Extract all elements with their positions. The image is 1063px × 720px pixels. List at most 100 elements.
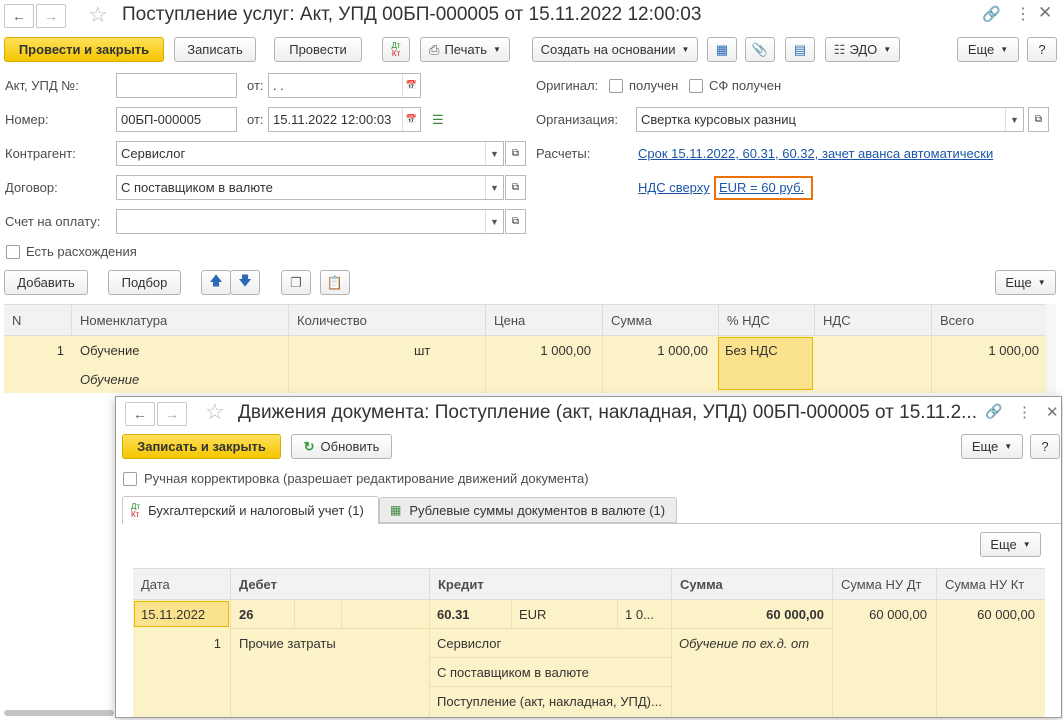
discrepancy-checkbox[interactable] (6, 245, 20, 259)
copy-button[interactable]: ❐ (281, 270, 311, 295)
arrow-up-icon: 🡅 (209, 272, 223, 288)
link-icon[interactable]: 🔗 (982, 5, 1001, 23)
chevron-down-icon[interactable]: ▼ (1005, 108, 1023, 131)
sf-received-checkbox[interactable] (689, 79, 703, 93)
more-vertical-icon[interactable]: ⋮ (1015, 4, 1031, 24)
movement-amount-tax-dt: 60 000,00 (869, 607, 927, 622)
movements-title: Движения документа: Поступление (акт, на… (238, 402, 977, 423)
more-button[interactable]: Еще ▼ (957, 37, 1019, 62)
more-label: Еще (967, 42, 995, 57)
movements-help-button[interactable]: ? (1030, 434, 1060, 459)
number-date-field[interactable]: 15.11.2022 12:00:03 📅 (268, 107, 421, 132)
add-button[interactable]: Добавить (4, 270, 88, 295)
post-button[interactable]: Провести (274, 37, 362, 62)
row-vat-rate: Без НДС (725, 343, 778, 358)
attach-button[interactable]: 📎 (745, 37, 775, 62)
organization-field[interactable]: Свертка курсовых разниц ▼ (636, 107, 1024, 132)
close-icon[interactable]: ✕ (1038, 3, 1052, 23)
vat-link[interactable]: НДС сверху (638, 180, 710, 195)
act-date-field[interactable]: . . 📅 (268, 73, 421, 98)
credit-subconto-2: С поставщиком в валюте (437, 665, 589, 680)
col-credit[interactable]: Кредит (429, 569, 671, 599)
print-button[interactable]: ⎙ Печать ▼ (420, 37, 510, 62)
contract-field[interactable]: С поставщиком в валюте ▼ (116, 175, 504, 200)
table-row[interactable]: 1 Обучение Обучение шт 1 000,00 1 000,00… (4, 336, 1056, 393)
copy-icon: ❐ (290, 274, 302, 290)
tab-accounting[interactable]: Дт Кт Бухгалтерский и налоговый учет (1) (122, 496, 379, 524)
col-amount-tax-dt[interactable]: Сумма НУ Дт (832, 569, 936, 599)
save-and-close-button[interactable]: Записать и закрыть (122, 434, 281, 459)
number-field[interactable]: 00БП-000005 (116, 107, 237, 132)
number-label: Номер: (5, 112, 49, 127)
organization-open-button[interactable]: ⧉ (1028, 107, 1049, 132)
movement-amount: 60 000,00 (766, 607, 824, 622)
report-button[interactable]: ▤ (785, 37, 815, 62)
chevron-down-icon[interactable]: ▼ (485, 176, 503, 199)
col-total[interactable]: Всего (931, 305, 1056, 335)
received-checkbox[interactable] (609, 79, 623, 93)
post-and-close-button[interactable]: Провести и закрыть (4, 37, 164, 62)
structure-button[interactable]: ▦ (707, 37, 737, 62)
col-date[interactable]: Дата (133, 569, 230, 599)
table-more-button[interactable]: Еще ▼ (995, 270, 1056, 295)
movements-table-header: Дата Дебет Кредит Сумма Сумма НУ Дт Сумм… (133, 568, 1045, 600)
select-button[interactable]: Подбор (108, 270, 181, 295)
manual-correction-checkbox[interactable] (123, 472, 137, 486)
exchange-rate-link[interactable]: EUR = 60 руб. (719, 180, 804, 195)
act-number-label: Акт, УПД №: (5, 78, 79, 93)
move-up-button[interactable]: 🡅 (201, 270, 231, 295)
col-amount[interactable]: Сумма (671, 569, 832, 599)
invoice-field[interactable]: ▼ (116, 209, 504, 234)
col-n[interactable]: N (4, 305, 71, 335)
col-vat[interactable]: НДС (814, 305, 931, 335)
more-vertical-icon[interactable]: ⋮ (1017, 403, 1032, 421)
settlements-link[interactable]: Срок 15.11.2022, 60.31, 60.32, зачет ава… (638, 146, 993, 161)
calendar-icon[interactable]: 📅 (402, 74, 420, 97)
movement-row[interactable]: 15.11.2022 1 26 Прочие затраты 60.31 EUR… (133, 600, 1045, 717)
refresh-button[interactable]: ↻ Обновить (291, 434, 392, 459)
paste-button[interactable]: 📋 (320, 270, 350, 295)
favorite-star-icon[interactable]: ☆ (205, 399, 225, 425)
tab-ruble-sums[interactable]: ▦ Рублевые суммы документов в валюте (1) (379, 497, 677, 523)
move-down-button[interactable]: 🡇 (230, 270, 260, 295)
history-icon[interactable]: ☰ (432, 112, 444, 128)
help-button[interactable]: ? (1027, 37, 1057, 62)
movement-date: 15.11.2022 (141, 607, 206, 622)
movements-more-button[interactable]: Еще ▼ (961, 434, 1023, 459)
table-scrollbar[interactable] (1046, 304, 1056, 394)
chevron-down-icon[interactable]: ▼ (485, 210, 503, 233)
forward-button[interactable]: → (157, 402, 187, 426)
favorite-star-icon[interactable]: ☆ (88, 2, 108, 28)
col-vat-rate[interactable]: % НДС (718, 305, 814, 335)
back-button[interactable]: ← (125, 402, 155, 426)
row-item-sub: Обучение (80, 372, 140, 387)
back-button[interactable]: ← (4, 4, 34, 28)
col-debit[interactable]: Дебет (230, 569, 429, 599)
horizontal-scrollbar[interactable] (4, 710, 114, 716)
open-window-icon: ⧉ (511, 216, 520, 227)
col-item[interactable]: Номенклатура (71, 305, 288, 335)
calendar-icon[interactable]: 📅 (402, 108, 420, 131)
contract-open-button[interactable]: ⧉ (505, 175, 526, 200)
forward-button[interactable]: → (36, 4, 66, 28)
col-quantity[interactable]: Количество (288, 305, 485, 335)
link-icon[interactable]: 🔗 (985, 403, 1002, 420)
save-button[interactable]: Записать (174, 37, 256, 62)
arrow-left-icon: ← (133, 406, 147, 422)
contractor-value: Сервислог (121, 146, 186, 161)
dt-kt-button[interactable]: Дт Кт (382, 37, 410, 62)
contractor-open-button[interactable]: ⧉ (505, 141, 526, 166)
movements-table-more-button[interactable]: Еще ▼ (980, 532, 1041, 557)
col-price[interactable]: Цена (485, 305, 602, 335)
col-amount-tax-kt[interactable]: Сумма НУ Кт (936, 569, 1045, 599)
invoice-open-button[interactable]: ⧉ (505, 209, 526, 234)
chevron-down-icon[interactable]: ▼ (485, 142, 503, 165)
close-icon[interactable]: ✕ (1046, 403, 1059, 421)
credit-account: 60.31 (437, 607, 470, 622)
create-based-on-button[interactable]: Создать на основании ▼ (532, 37, 698, 62)
edo-button[interactable]: ☷ ЭДО ▼ (825, 37, 900, 62)
contractor-field[interactable]: Сервислог ▼ (116, 141, 504, 166)
chevron-down-icon: ▼ (1022, 540, 1031, 549)
act-number-field[interactable] (116, 73, 237, 98)
col-sum[interactable]: Сумма (602, 305, 718, 335)
